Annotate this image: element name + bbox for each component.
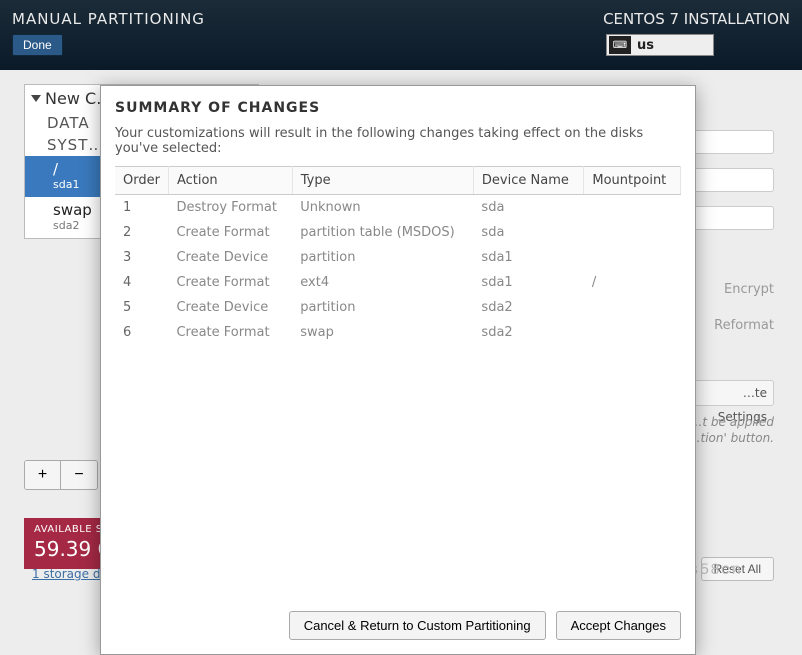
cell-mount — [584, 195, 681, 221]
cell-mount — [584, 245, 681, 270]
table-row[interactable]: 3Create Devicepartitionsda1 — [115, 245, 681, 270]
col-order[interactable]: Order — [115, 167, 168, 195]
keyboard-layout-selector[interactable]: ⌨ us — [606, 34, 714, 56]
cell-action: Create Device — [168, 295, 292, 320]
cell-type: ext4 — [292, 270, 473, 295]
dialog-footer: Cancel & Return to Custom Partitioning A… — [115, 611, 681, 640]
table-row[interactable]: 1Destroy FormatUnknownsda — [115, 195, 681, 221]
hint-text: …t be applied …tion' button. — [689, 414, 775, 446]
changes-table: Order Action Type Device Name Mountpoint… — [115, 166, 681, 345]
cell-action: Create Format — [168, 270, 292, 295]
cell-action: Create Format — [168, 220, 292, 245]
cell-type: swap — [292, 320, 473, 345]
dialog-title: SUMMARY OF CHANGES — [115, 100, 681, 116]
cell-device: sda1 — [473, 270, 583, 295]
cell-order: 6 — [115, 320, 168, 345]
cell-order: 3 — [115, 245, 168, 270]
cell-action: Create Device — [168, 245, 292, 270]
col-device[interactable]: Device Name — [473, 167, 583, 195]
table-row[interactable]: 4Create Formatext4sda1/ — [115, 270, 681, 295]
remove-partition-button[interactable]: − — [61, 461, 97, 489]
cell-type: partition table (MSDOS) — [292, 220, 473, 245]
reset-all-button[interactable]: Reset All — [701, 557, 774, 581]
table-row[interactable]: 2Create Formatpartition table (MSDOS)sda — [115, 220, 681, 245]
keyboard-layout-label: us — [637, 38, 654, 53]
col-type[interactable]: Type — [292, 167, 473, 195]
col-action[interactable]: Action — [168, 167, 292, 195]
cell-device: sda1 — [473, 245, 583, 270]
cell-mount: / — [584, 270, 681, 295]
cell-mount — [584, 220, 681, 245]
keyboard-icon: ⌨ — [609, 36, 631, 54]
cancel-button[interactable]: Cancel & Return to Custom Partitioning — [289, 611, 546, 640]
cell-order: 5 — [115, 295, 168, 320]
top-bar: MANUAL PARTITIONING CENTOS 7 INSTALLATIO… — [0, 0, 802, 70]
cell-order: 1 — [115, 195, 168, 221]
cell-order: 4 — [115, 270, 168, 295]
cell-action: Create Format — [168, 320, 292, 345]
cell-type: partition — [292, 295, 473, 320]
page-title: MANUAL PARTITIONING — [12, 10, 205, 28]
add-partition-button[interactable]: + — [25, 461, 61, 489]
cell-type: Unknown — [292, 195, 473, 221]
table-row[interactable]: 6Create Formatswapsda2 — [115, 320, 681, 345]
col-mount[interactable]: Mountpoint — [584, 167, 681, 195]
encrypt-label: Encrypt — [724, 282, 774, 297]
cell-action: Destroy Format — [168, 195, 292, 221]
update-settings-button[interactable]: …te Settings — [694, 380, 774, 406]
reformat-label: Reformat — [714, 318, 774, 333]
cell-mount — [584, 320, 681, 345]
cell-mount — [584, 295, 681, 320]
done-button[interactable]: Done — [12, 34, 63, 56]
cell-device: sda — [473, 220, 583, 245]
cell-order: 2 — [115, 220, 168, 245]
installer-title: CENTOS 7 INSTALLATION — [603, 10, 790, 28]
cell-device: sda2 — [473, 295, 583, 320]
cell-device: sda2 — [473, 320, 583, 345]
chevron-down-icon — [31, 95, 41, 102]
cell-device: sda — [473, 195, 583, 221]
add-remove-toolbar: + − — [24, 460, 98, 490]
accept-changes-button[interactable]: Accept Changes — [556, 611, 681, 640]
dialog-description: Your customizations will result in the f… — [115, 126, 681, 156]
cell-type: partition — [292, 245, 473, 270]
table-row[interactable]: 5Create Devicepartitionsda2 — [115, 295, 681, 320]
summary-of-changes-dialog: SUMMARY OF CHANGES Your customizations w… — [100, 85, 696, 655]
